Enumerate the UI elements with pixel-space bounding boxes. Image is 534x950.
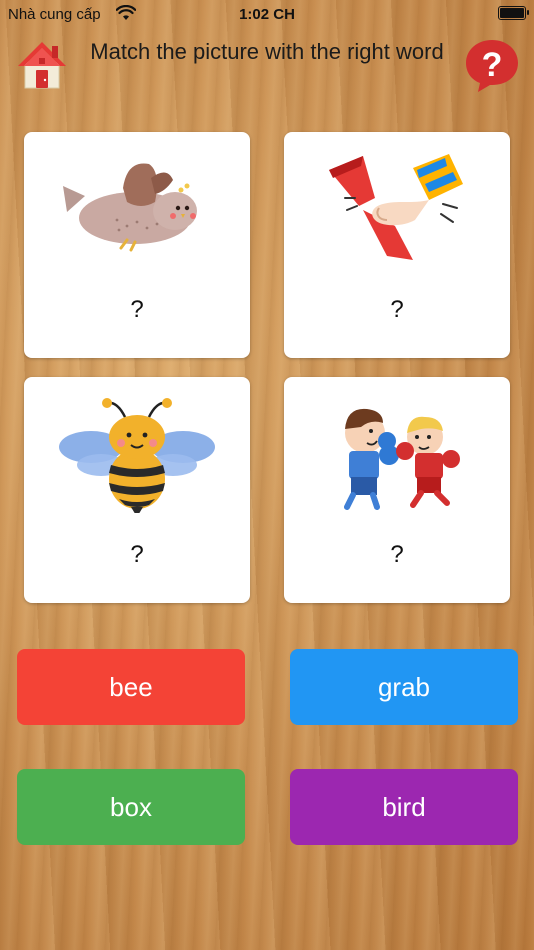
card-answer: ? <box>390 541 404 568</box>
battery-icon <box>498 6 529 20</box>
picture-card-grab[interactable]: ? <box>284 132 510 358</box>
bird-picture <box>63 163 197 252</box>
word-label: grab <box>377 671 431 702</box>
grab-picture <box>329 154 463 260</box>
card-answer: ? <box>390 296 404 323</box>
word-label: bee <box>109 671 153 702</box>
picture-card-bee[interactable]: ? <box>24 377 250 603</box>
help-button[interactable]: ? <box>462 36 522 94</box>
svg-text:?: ? <box>482 46 503 84</box>
word-button-bird[interactable]: bird <box>290 769 518 845</box>
home-button[interactable] <box>14 36 70 92</box>
page-title: Match the picture with the right word <box>90 39 444 64</box>
bee-picture <box>59 398 215 513</box>
picture-card-bird[interactable]: ? <box>24 132 250 358</box>
status-bar: Nhà cung cấp 1:02 CH <box>0 0 534 28</box>
card-answer: ? <box>130 296 144 323</box>
question-bubble-icon: ? <box>466 40 518 92</box>
word-button-box[interactable]: box <box>17 769 245 845</box>
house-icon <box>18 42 66 89</box>
box-picture <box>344 408 460 510</box>
card-answer: ? <box>130 541 144 568</box>
word-label: box <box>110 791 152 822</box>
word-button-grab[interactable]: grab <box>290 649 518 725</box>
word-button-bee[interactable]: bee <box>17 649 245 725</box>
picture-card-box[interactable]: ? <box>284 377 510 603</box>
word-label: bird <box>382 791 426 822</box>
clock: 1:02 CH <box>239 6 295 23</box>
